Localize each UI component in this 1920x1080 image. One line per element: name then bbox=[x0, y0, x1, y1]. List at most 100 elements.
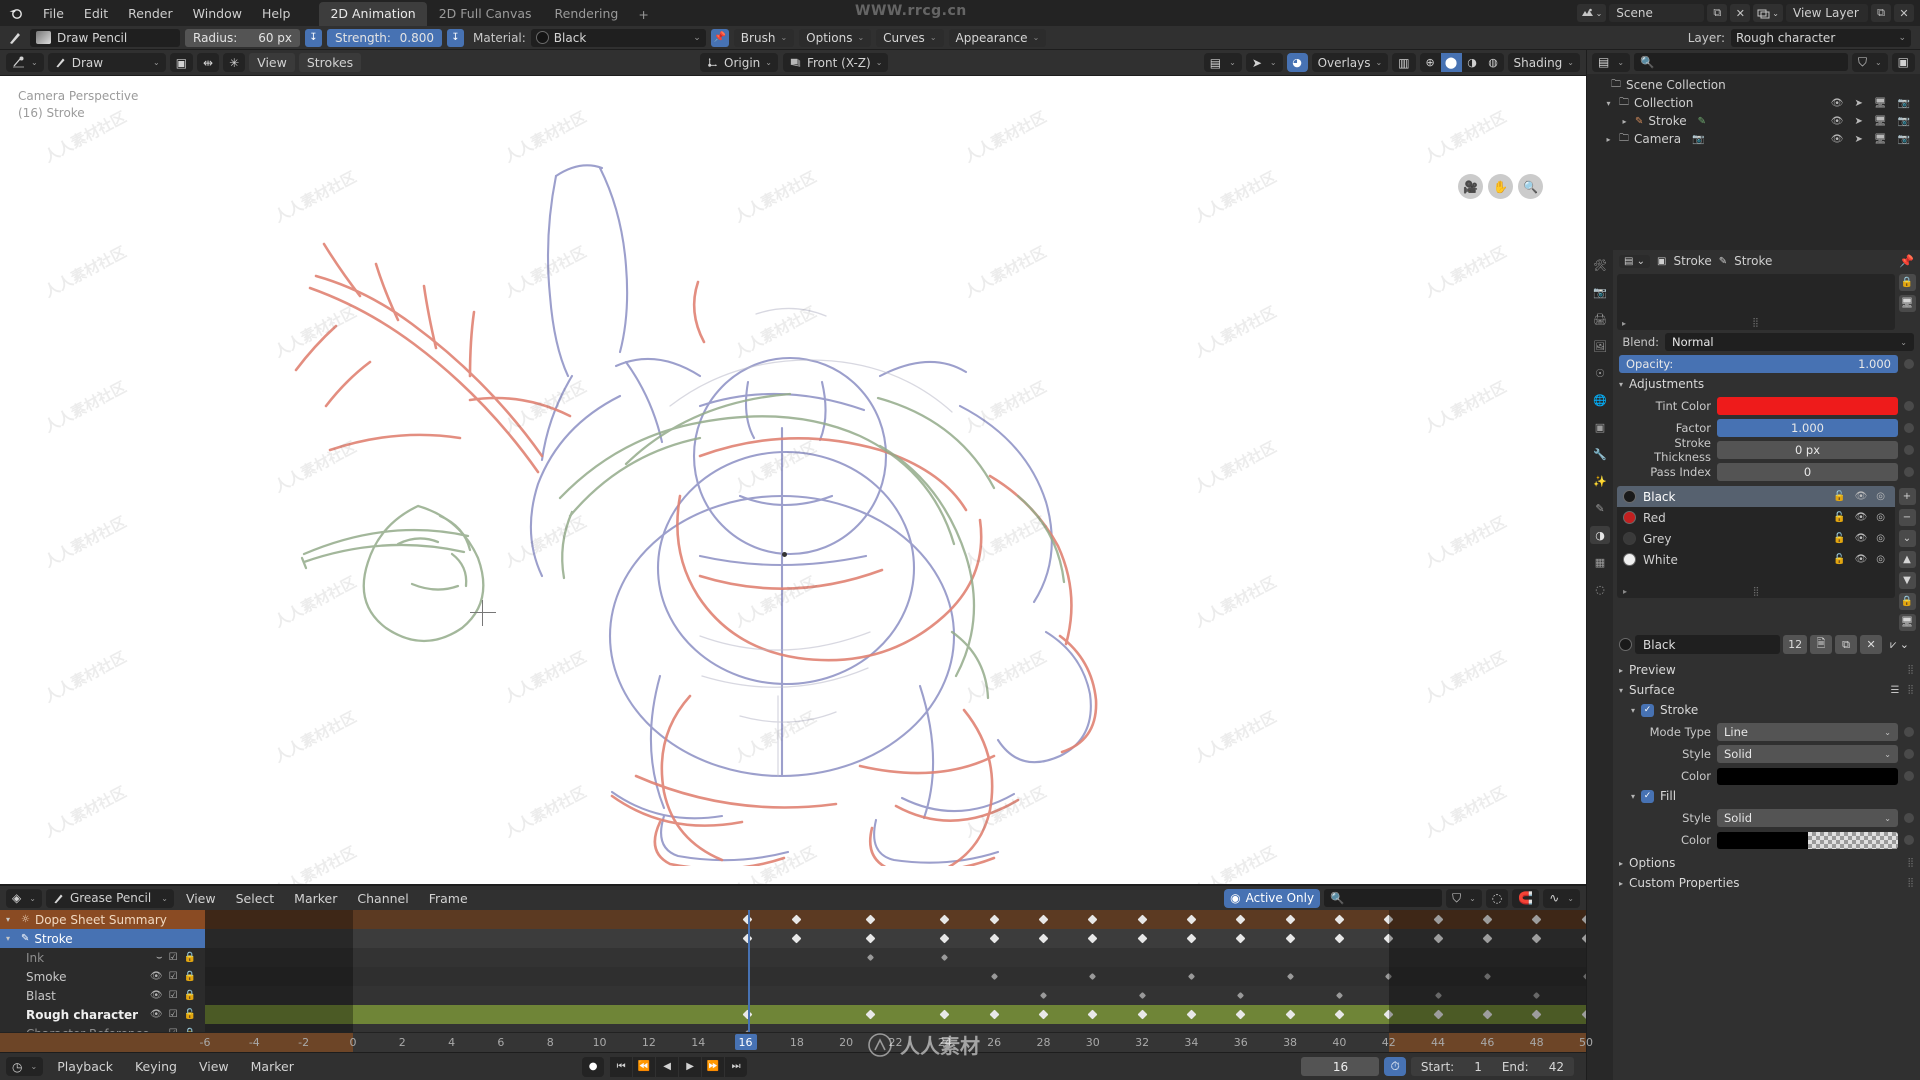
active-only-toggle[interactable]: ◉ Active Only bbox=[1224, 888, 1321, 908]
dopesheet-editor-mode-dropdown[interactable]: Grease Pencil ⌄ bbox=[45, 888, 174, 908]
eye-icon[interactable]: 👁 bbox=[1855, 491, 1868, 502]
minus-icon[interactable]: − bbox=[1898, 509, 1916, 526]
viewport-menu-view[interactable]: View bbox=[249, 53, 295, 72]
keyframe-row[interactable] bbox=[205, 986, 1586, 1005]
shading-wireframe-icon[interactable]: ⊕ bbox=[1420, 53, 1441, 72]
strength-slider[interactable]: Strength: 0.800 bbox=[327, 28, 442, 47]
stroke-subsection-header[interactable]: ▾ ✓ Stroke bbox=[1613, 700, 1920, 720]
menu-window[interactable]: Window bbox=[184, 4, 251, 23]
scene-name-field[interactable]: Scene bbox=[1609, 4, 1705, 22]
material-slot-grey[interactable]: Grey 🔓 👁 ◎ bbox=[1617, 528, 1895, 549]
material-slot-black[interactable]: Black 🔓 👁 ◎ bbox=[1617, 486, 1895, 507]
channel-stroke[interactable]: ▾ ✎ Stroke bbox=[0, 929, 205, 948]
stroke-color-swatch[interactable] bbox=[1717, 767, 1898, 785]
dopesheet-menu-select[interactable]: Select bbox=[228, 889, 283, 908]
play-reverse-icon[interactable]: ◀ bbox=[656, 1056, 679, 1077]
workspace-tab-2d-full-canvas[interactable]: 2D Full Canvas bbox=[428, 2, 543, 26]
next-keyframe-icon[interactable]: ⏩ bbox=[702, 1056, 725, 1077]
blend-dropdown[interactable]: Normal ⌄ bbox=[1665, 333, 1914, 351]
breadcrumb-object-name[interactable]: Stroke bbox=[1673, 254, 1711, 268]
drag-handle-icon[interactable]: ⣿ bbox=[1907, 685, 1914, 696]
visual-effects-tab[interactable]: ✨ bbox=[1590, 472, 1610, 490]
footer-menu-view[interactable]: View bbox=[191, 1057, 237, 1076]
camera-icon[interactable]: 📷 bbox=[1898, 134, 1910, 145]
animate-property-icon[interactable] bbox=[1904, 359, 1914, 369]
snap-icon[interactable]: 🧲 bbox=[1512, 888, 1540, 908]
material-slot-list[interactable]: Black 🔓 👁 ◎ Red 🔓 👁 ◎ Grey 🔓 👁 ◎ White 🔓… bbox=[1617, 486, 1895, 598]
expand-triangle-icon[interactable]: ▸ bbox=[1623, 587, 1627, 596]
pan-view-icon[interactable]: ✋ bbox=[1488, 174, 1513, 199]
animate-property-icon[interactable] bbox=[1904, 813, 1914, 823]
keyframe-row[interactable] bbox=[205, 1024, 1586, 1032]
curves-menu[interactable]: Curves ⌄ bbox=[876, 28, 944, 47]
new-view-layer-button[interactable]: ⧉ bbox=[1871, 4, 1891, 22]
checkbox-icon[interactable]: ☑ bbox=[169, 1009, 178, 1020]
screen-icon[interactable]: 🖥 bbox=[1874, 116, 1887, 127]
cursor-select-icon[interactable]: ➤ bbox=[1854, 134, 1862, 145]
custom-properties-section-header[interactable]: ▸ Custom Properties ⣿ bbox=[1613, 873, 1920, 893]
keyframe-row[interactable] bbox=[205, 1005, 1586, 1024]
new-icon[interactable]: 🗎 bbox=[1810, 635, 1833, 654]
animate-property-icon[interactable] bbox=[1904, 401, 1914, 411]
record-icon[interactable]: ● bbox=[582, 1056, 605, 1077]
stroke-thickness-field[interactable]: 0 px bbox=[1717, 441, 1898, 459]
fill-color-swatch[interactable] bbox=[1717, 831, 1898, 849]
3d-viewport[interactable]: Camera Perspective (16) Stroke 🎥 ✋ 🔍 人人素… bbox=[0, 76, 1586, 884]
zoom-view-icon[interactable]: 🔍 bbox=[1518, 174, 1543, 199]
scene-tab[interactable]: ☉ bbox=[1590, 364, 1610, 382]
channel-smoke[interactable]: Smoke 👁 ☑ 🔒 bbox=[0, 967, 205, 986]
dopesheet-menu-marker[interactable]: Marker bbox=[286, 889, 345, 908]
animate-property-icon[interactable] bbox=[1904, 749, 1914, 759]
tint-color-swatch[interactable] bbox=[1717, 397, 1898, 415]
layer-selector[interactable]: Rough character ⌄ bbox=[1731, 28, 1911, 47]
dopesheet-menu-frame[interactable]: Frame bbox=[421, 889, 476, 908]
screen-icon[interactable]: 🖥 bbox=[1874, 134, 1887, 145]
animate-property-icon[interactable] bbox=[1904, 423, 1914, 433]
appearance-menu[interactable]: Appearance ⌄ bbox=[948, 28, 1047, 47]
eye-icon[interactable]: 👁 bbox=[1855, 512, 1868, 523]
pin-icon[interactable]: 📌 bbox=[710, 28, 729, 47]
jump-end-icon[interactable]: ⏭ bbox=[725, 1056, 748, 1077]
play-icon[interactable]: ▶ bbox=[679, 1056, 702, 1077]
channel-rough-character[interactable]: Rough character 👁 ☑ 🔓 bbox=[0, 1005, 205, 1024]
closed-eye-icon[interactable]: ⌣ bbox=[156, 952, 163, 963]
tool-tab[interactable]: 🛠 bbox=[1590, 256, 1610, 274]
checkbox-icon[interactable]: ☑ bbox=[169, 971, 178, 982]
dopesheet-mode-icon[interactable]: ◈ ⌄ bbox=[6, 888, 42, 908]
options-menu[interactable]: Options ⌄ bbox=[799, 28, 872, 47]
playhead[interactable] bbox=[747, 910, 750, 1032]
locked-icon[interactable]: 🔒 bbox=[184, 990, 196, 1001]
view-layer-icon[interactable]: ⌄ bbox=[1753, 4, 1783, 22]
channel-character-reference[interactable]: Character Reference ⌣☑🔒 bbox=[0, 1024, 205, 1033]
brush-selector[interactable]: Draw Pencil bbox=[30, 28, 180, 47]
interpolation-icon[interactable]: ∿ ⌄ bbox=[1543, 888, 1580, 908]
surface-section-header[interactable]: ▾ Surface ☰ ⣿ bbox=[1613, 680, 1920, 700]
eye-icon[interactable]: 👁 bbox=[1831, 116, 1844, 127]
fill-subsection-header[interactable]: ▾ ✓ Fill bbox=[1613, 786, 1920, 806]
factor-slider[interactable]: 1.000 bbox=[1717, 419, 1898, 437]
stroke-enabled-checkbox[interactable]: ✓ bbox=[1641, 703, 1655, 717]
cursor-select-icon[interactable]: ➤ bbox=[1854, 116, 1862, 127]
outliner-display-icon[interactable]: ▤ ⌄ bbox=[1592, 52, 1631, 72]
eye-icon[interactable]: 👁 bbox=[1831, 98, 1844, 109]
fill-style-dropdown[interactable]: Solid ⌄ bbox=[1717, 809, 1898, 827]
eye-icon[interactable]: 👁 bbox=[1855, 533, 1868, 544]
outliner-row-collection[interactable]: ▾ 🗀 Collection 👁 ➤ 🖥 📷 bbox=[1587, 94, 1920, 112]
filter-icon[interactable]: ⛉ ⌄ bbox=[1446, 888, 1482, 908]
jump-start-icon[interactable]: ⏮ bbox=[610, 1056, 633, 1077]
view-layer-tab[interactable]: 🖼 bbox=[1590, 337, 1610, 355]
onion-icon[interactable]: ◎ bbox=[1876, 554, 1885, 565]
move-up-icon[interactable]: ▲ bbox=[1898, 551, 1916, 568]
expand-triangle-icon[interactable]: ▾ bbox=[6, 915, 16, 924]
outliner-row-camera[interactable]: ▸ 🗀 Camera 📷 👁 ➤ 🖥 📷 bbox=[1587, 130, 1920, 148]
new-collection-icon[interactable]: ▣ bbox=[1891, 52, 1915, 72]
locked-icon[interactable]: 🔒 bbox=[184, 952, 196, 963]
brush-menu[interactable]: Brush ⌄ bbox=[733, 28, 795, 47]
pass-index-field[interactable]: 0 bbox=[1717, 463, 1898, 481]
breadcrumb-data-name[interactable]: Stroke bbox=[1734, 254, 1772, 268]
menu-edit[interactable]: Edit bbox=[75, 4, 117, 23]
channel-ink[interactable]: Ink ⌣ ☑ 🔒 bbox=[0, 948, 205, 967]
multiframe-icon[interactable]: ▣ bbox=[169, 53, 194, 72]
drag-handle-icon[interactable]: ⣿ bbox=[1907, 858, 1914, 868]
strength-pressure-icon[interactable]: ↧ bbox=[447, 28, 464, 47]
